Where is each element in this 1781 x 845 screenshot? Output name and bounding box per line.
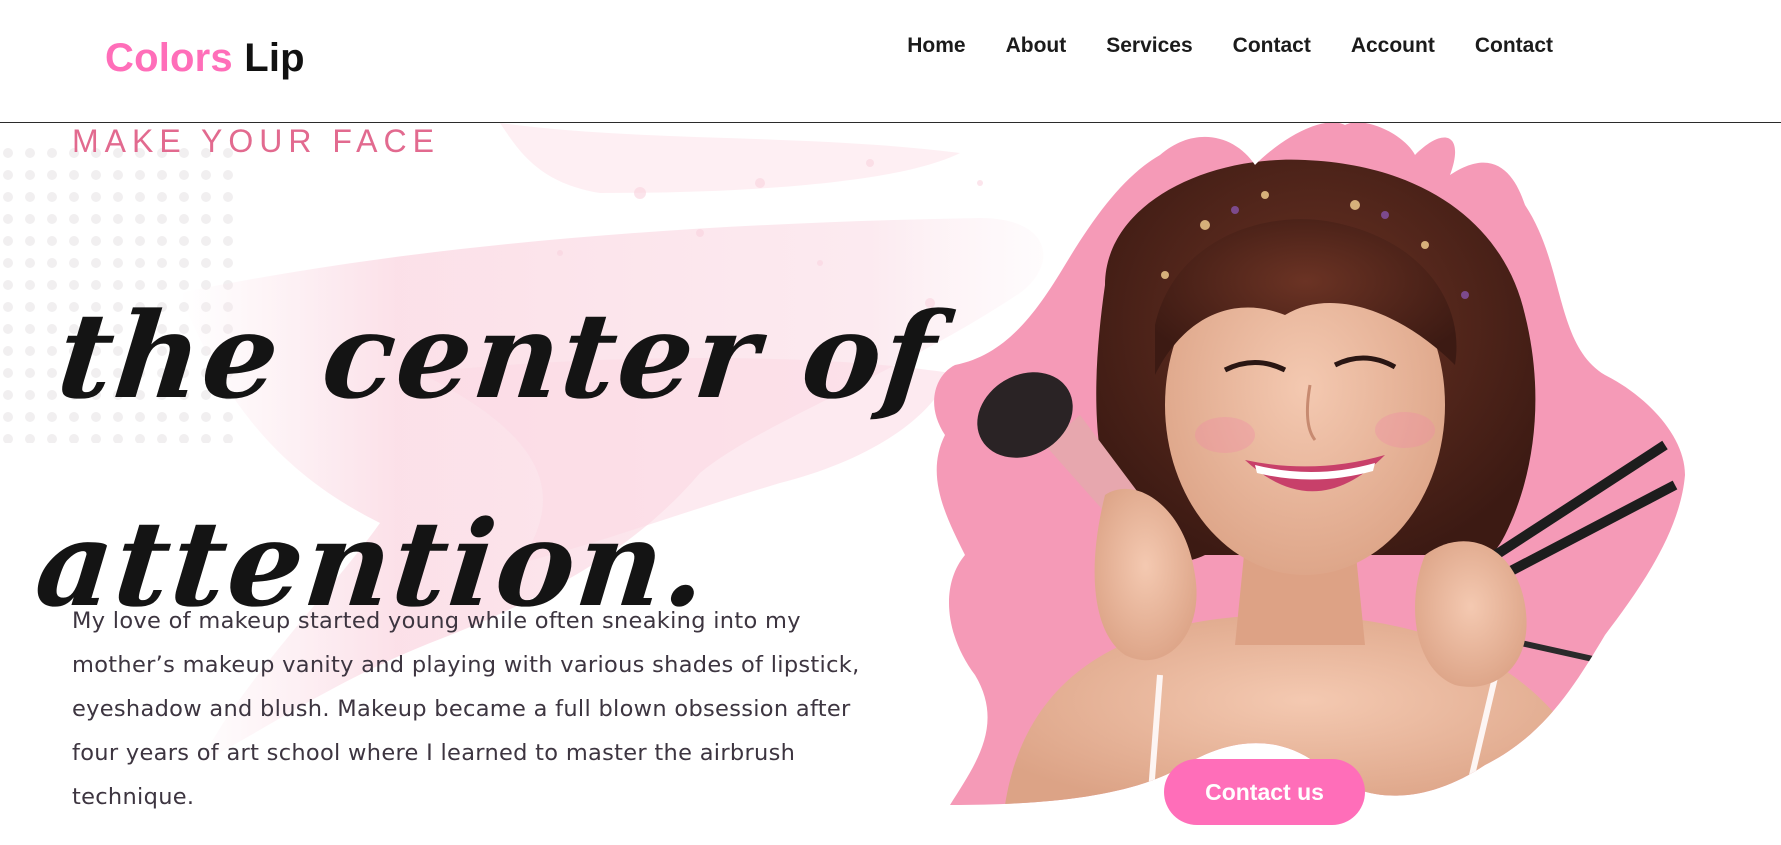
hero-script-line-1: the center of — [51, 286, 944, 426]
site-header: Colors Lip Home About Services Contact A… — [0, 0, 1781, 123]
nav-contact[interactable]: Contact — [1233, 32, 1311, 60]
hero-portrait-image — [934, 123, 1685, 805]
nav-services[interactable]: Services — [1106, 32, 1192, 60]
nav-home[interactable]: Home — [907, 32, 965, 60]
hero-photo — [905, 123, 1705, 805]
nav-account[interactable]: Account — [1351, 32, 1435, 60]
main-nav: Home About Services Contact Account Cont… — [907, 32, 1553, 60]
page: Colors Lip Home About Services Contact A… — [0, 0, 1781, 845]
hero-intro-text: My love of makeup started young while of… — [72, 607, 860, 810]
nav-contact-2[interactable]: Contact — [1475, 32, 1553, 60]
hero-section: MAKE YOUR FACE the center of attention. … — [0, 123, 1781, 845]
contact-us-button[interactable]: Contact us — [1164, 759, 1365, 825]
nav-about[interactable]: About — [1006, 32, 1067, 60]
brand-logo[interactable]: Colors Lip — [105, 34, 305, 82]
logo-word-colors: Colors — [105, 36, 233, 80]
logo-word-lip: Lip — [244, 36, 305, 80]
hero-eyebrow: MAKE YOUR FACE — [72, 123, 440, 159]
